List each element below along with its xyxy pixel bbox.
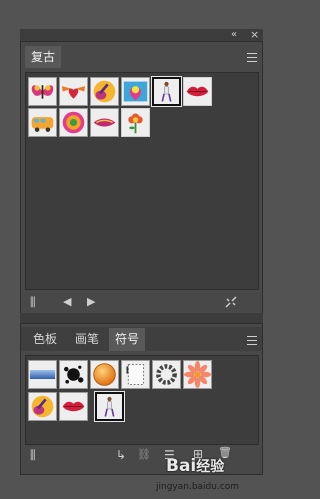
tab-vintage[interactable]: 复古 [25,46,62,68]
panel-menu-icon[interactable] [247,53,257,62]
symbol-winged-heart[interactable] [59,77,88,106]
symbol-ink-splat[interactable] [59,360,88,389]
symbol-swirl-circle[interactable] [59,108,88,137]
symbol-lips[interactable] [59,392,88,421]
symbol-ring-cluster[interactable] [152,360,181,389]
vintage-library-panel: 复古 ⫼ ◀ ▶ [20,41,263,314]
symbol-butterfly[interactable] [28,77,57,106]
bottom-panel-strip [20,313,263,323]
symbol-feather-wing[interactable] [90,108,119,137]
symbol-dancer[interactable] [151,76,182,107]
top-panel-strip [20,29,263,41]
symbol-vw-bus[interactable] [28,108,57,137]
symbol-guitar[interactable] [28,392,57,421]
symbol-blue-bar[interactable] [28,360,57,389]
watermark-brand-latin: Bai [166,456,197,476]
next-library-icon[interactable]: ▶ [87,296,95,307]
symbol-peace-heart[interactable] [121,77,150,106]
break-link-to-symbol-icon[interactable]: ⛓ [137,449,151,460]
symbol-dancer[interactable] [94,391,125,422]
symbol-daisy[interactable] [183,360,212,389]
symbol-orange-ball[interactable] [90,360,119,389]
symbol-libraries-menu-icon[interactable]: ⫼ [30,296,36,308]
symbol-flower[interactable] [121,108,150,137]
panel-menu-icon[interactable] [247,336,257,345]
symbols-panel: 色板 画笔 符号 ⫼ ↳ ⛓ ☰ ⊞ 🗑 [20,323,263,475]
watermark-brand-cn: 经验 [196,459,225,475]
tab-symbols[interactable]: 符号 [109,328,146,351]
watermark-url: jingyan.baidu.com [156,482,240,492]
close-icon[interactable]: × [250,29,259,40]
watermark-brand: Bai经验 [166,456,224,476]
symbol-text-frame[interactable] [121,360,150,389]
break-link-icon[interactable] [225,296,237,308]
place-symbol-instance-icon[interactable]: ↳ [116,449,126,461]
symbol-libraries-menu-icon[interactable]: ⫼ [30,449,36,461]
tab-swatches[interactable]: 色板 [27,328,63,350]
symbol-guitar[interactable] [90,77,119,106]
previous-library-icon[interactable]: ◀ [63,296,71,307]
tab-brushes[interactable]: 画笔 [69,328,105,350]
symbol-lips[interactable] [183,77,212,106]
collapse-icon[interactable]: « [231,30,237,40]
